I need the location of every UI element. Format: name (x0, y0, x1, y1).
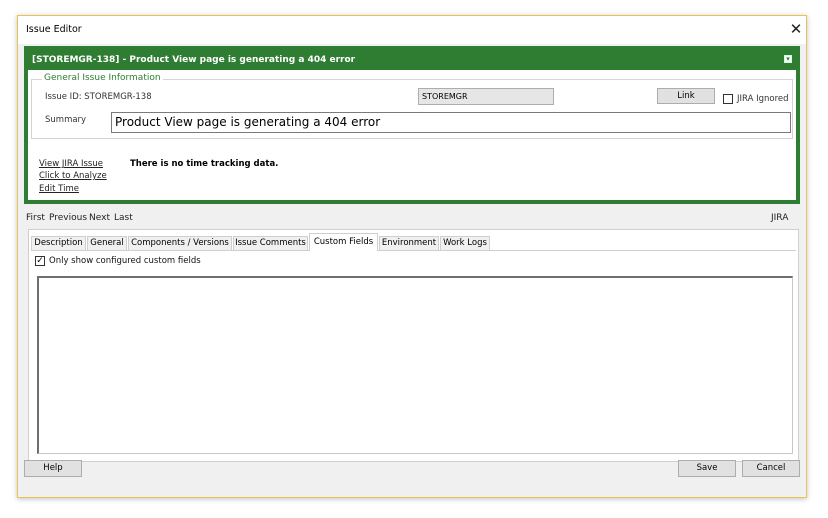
title-bar[interactable]: Issue Editor ✕ (18, 16, 806, 44)
project-field[interactable]: STOREMGR (418, 88, 554, 105)
tab-strip-line (31, 250, 796, 251)
collapse-icon[interactable]: ▾ (784, 55, 792, 63)
jira-ignored-label: JIRA Ignored (737, 94, 789, 104)
nav-source-label: JIRA (771, 213, 789, 223)
save-button[interactable]: Save (678, 460, 736, 477)
group-title: General Issue Information (42, 73, 163, 83)
tabs-panel: Description General Components / Version… (28, 229, 799, 462)
nav-next[interactable]: Next (89, 213, 110, 223)
close-icon[interactable]: ✕ (786, 19, 806, 39)
help-button[interactable]: Help (24, 460, 82, 477)
issue-body: General Issue Information Issue ID: STOR… (28, 70, 796, 200)
issue-header: [STOREMGR-138] - Product View page is ge… (24, 46, 800, 70)
issue-panel: [STOREMGR-138] - Product View page is ge… (24, 46, 800, 204)
tab-general[interactable]: General (87, 236, 127, 250)
time-tracking-text: There is no time tracking data. (130, 159, 279, 169)
jira-ignored-checkbox[interactable] (723, 94, 733, 104)
link-button[interactable]: Link (657, 88, 715, 104)
tab-issue-comments[interactable]: Issue Comments (233, 236, 308, 250)
only-configured-label: Only show configured custom fields (49, 256, 201, 266)
tab-environment[interactable]: Environment (379, 236, 439, 250)
edit-time-link[interactable]: Edit Time (39, 184, 79, 194)
tab-description[interactable]: Description (31, 236, 86, 250)
custom-fields-list[interactable] (37, 276, 793, 454)
only-configured-checkbox[interactable]: ✓ (35, 256, 45, 266)
issue-editor-window: Issue Editor ✕ [STOREMGR-138] - Product … (17, 15, 807, 498)
window-title: Issue Editor (26, 24, 82, 35)
tab-components-versions[interactable]: Components / Versions (128, 236, 232, 250)
issue-header-title: [STOREMGR-138] - Product View page is ge… (32, 55, 356, 65)
general-info-group: General Issue Information Issue ID: STOR… (31, 73, 793, 139)
view-jira-issue-link[interactable]: View JIRA Issue (39, 159, 103, 169)
nav-previous[interactable]: Previous (49, 213, 87, 223)
tab-custom-fields[interactable]: Custom Fields (309, 233, 378, 251)
summary-label: Summary (45, 115, 87, 125)
cancel-button[interactable]: Cancel (742, 460, 800, 477)
click-to-analyze-link[interactable]: Click to Analyze (39, 171, 107, 181)
nav-last[interactable]: Last (114, 213, 133, 223)
issue-id-label: Issue ID: STOREMGR-138 (45, 92, 152, 102)
tab-work-logs[interactable]: Work Logs (440, 236, 490, 250)
summary-field[interactable]: Product View page is generating a 404 er… (111, 112, 791, 133)
nav-first[interactable]: First (26, 213, 45, 223)
